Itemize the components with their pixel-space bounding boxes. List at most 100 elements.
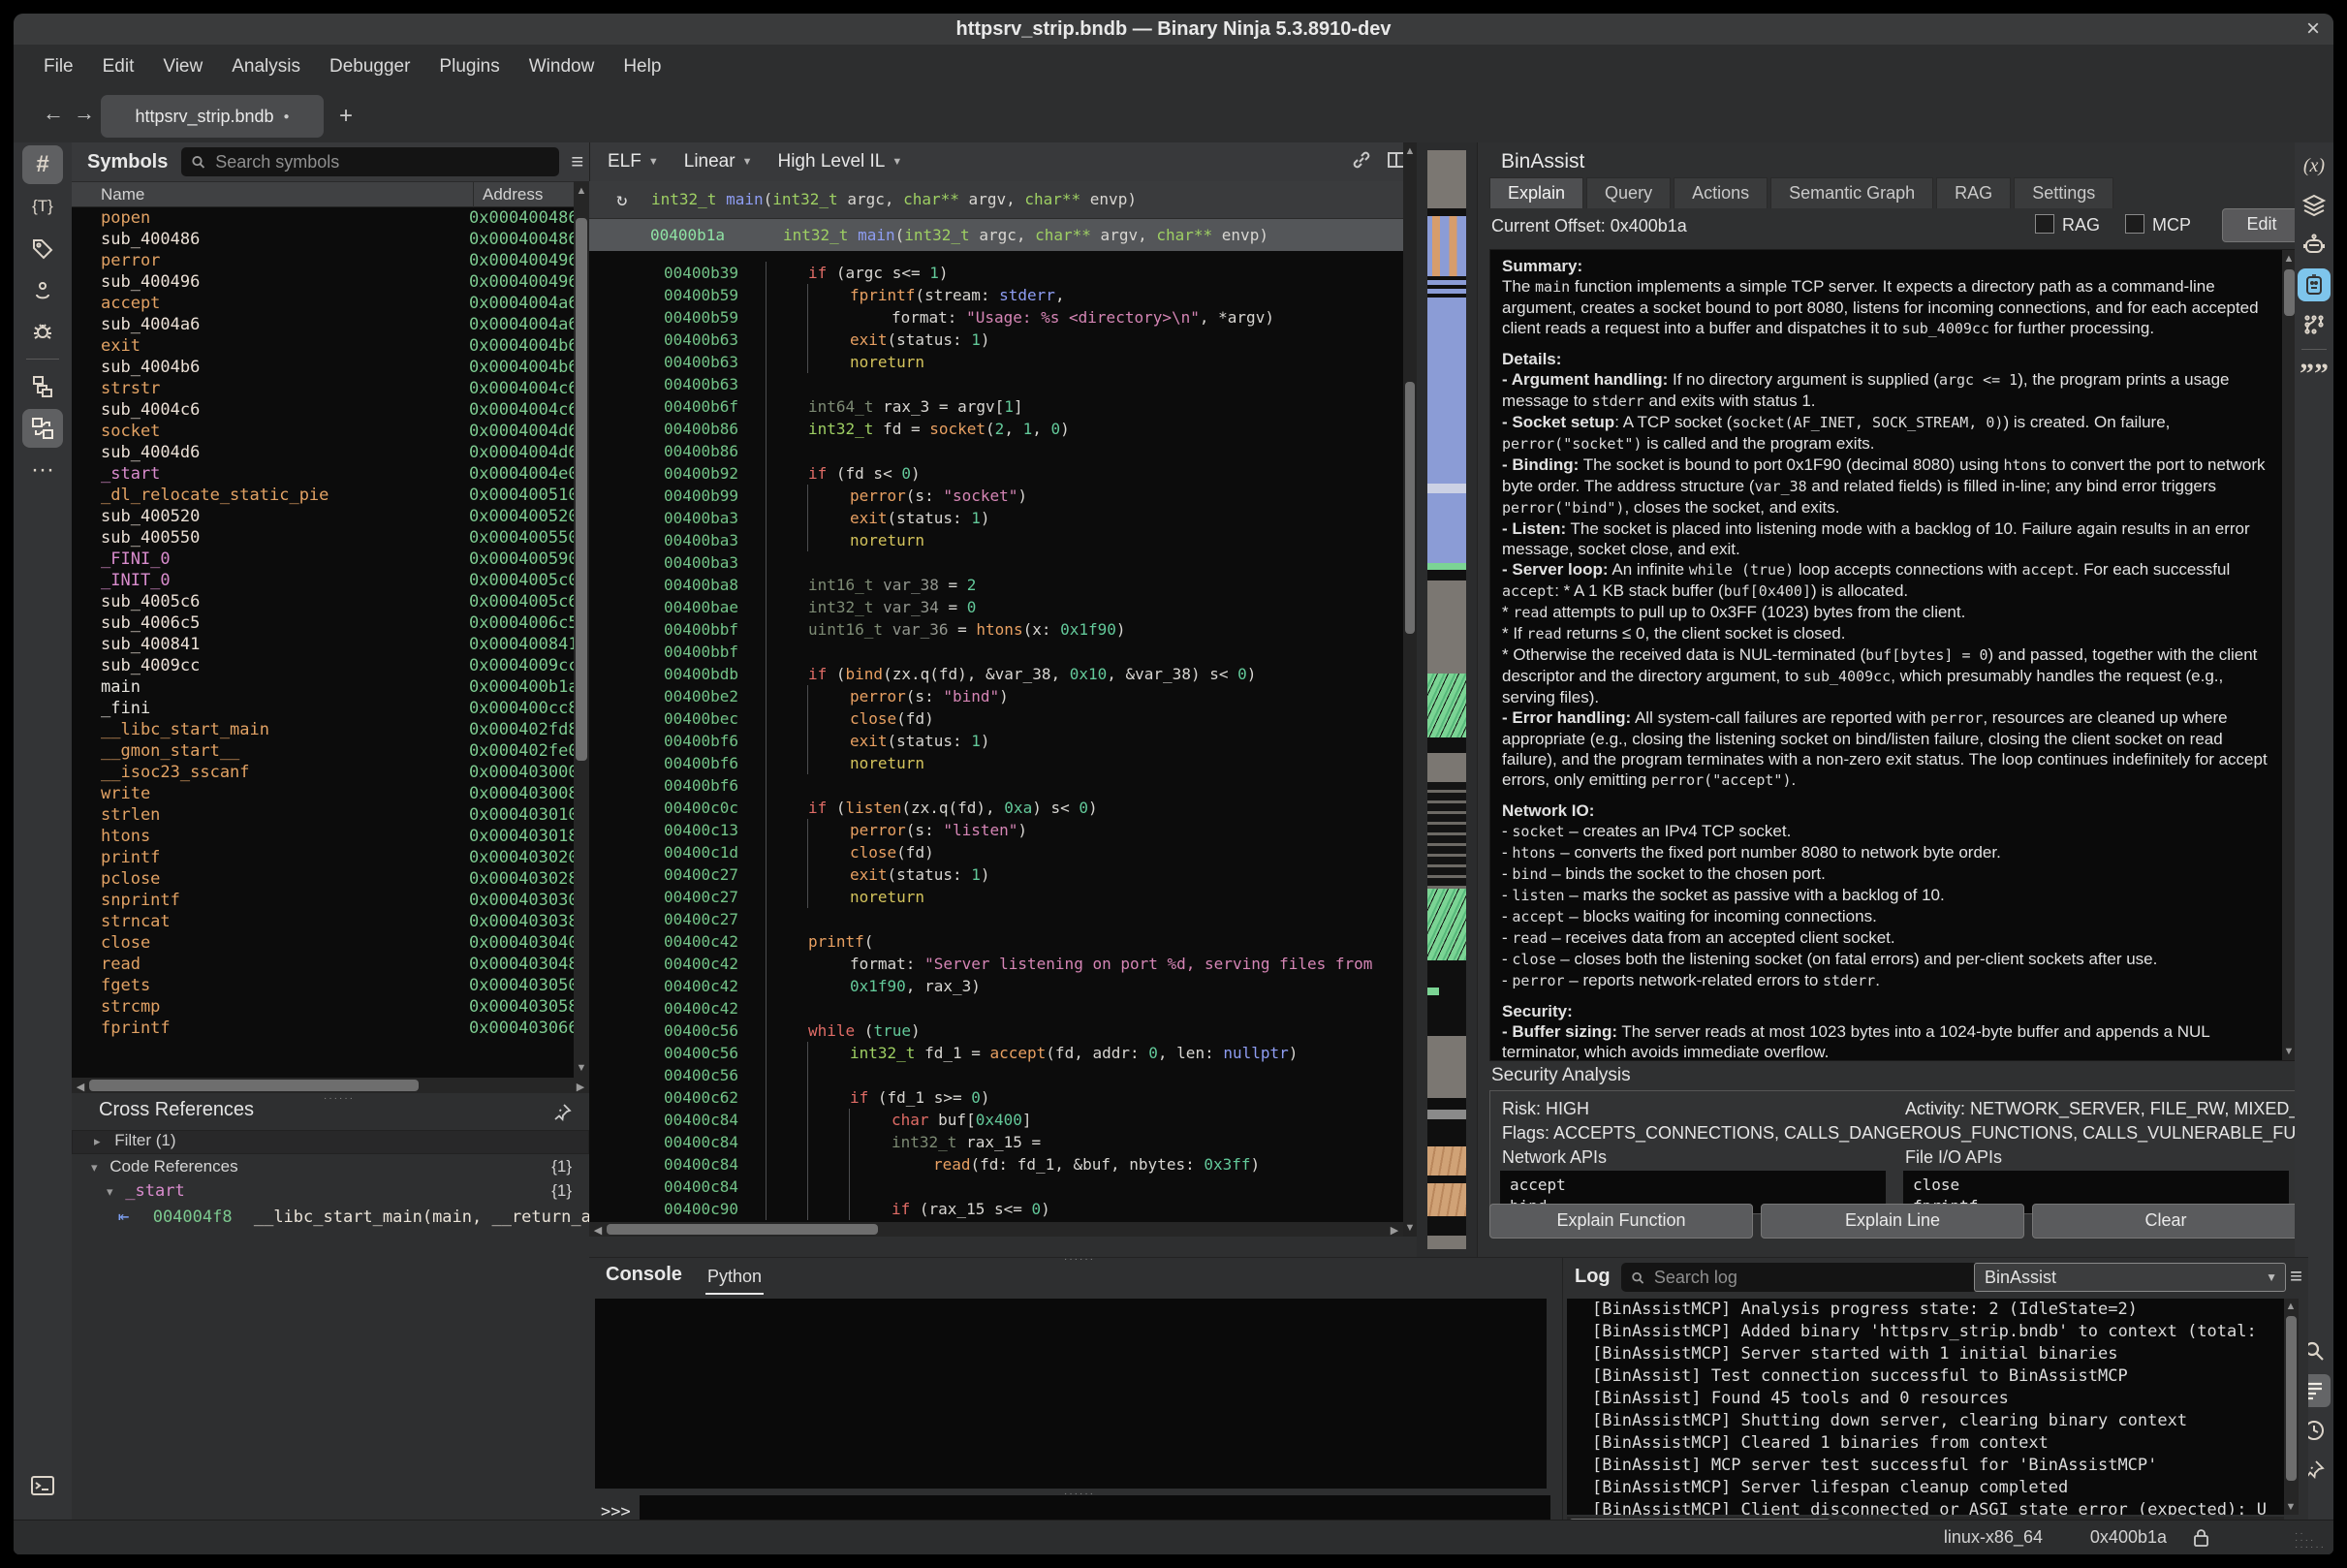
code-hscrollbar[interactable]: ◀ ▶ bbox=[589, 1222, 1403, 1237]
terminal-icon[interactable] bbox=[22, 1466, 63, 1505]
code-line[interactable]: 00400c56while (true) bbox=[589, 1019, 1417, 1042]
robot-head-icon[interactable] bbox=[2298, 229, 2331, 262]
tag-icon[interactable] bbox=[22, 229, 63, 267]
explain-function-button[interactable]: Explain Function bbox=[1489, 1204, 1753, 1239]
symbol-row[interactable]: _FINI_00x000400590 bbox=[72, 549, 574, 570]
code-line[interactable]: 00400be2perror(s: "bind") bbox=[589, 685, 1417, 707]
scroll-down-arrow[interactable]: ▼ bbox=[575, 1062, 588, 1074]
quotes-icon[interactable]: ”” bbox=[2298, 358, 2331, 391]
symbol-row[interactable]: sub_4006c50x0004006c5 bbox=[72, 612, 574, 634]
symbol-row[interactable]: popen0x000400486 bbox=[72, 207, 574, 229]
symbol-row[interactable]: _start0x0004004e0 bbox=[72, 463, 574, 485]
code-line[interactable]: 00400b86int32_t fd = socket(2, 1, 0) bbox=[589, 418, 1417, 440]
symbol-row[interactable]: strcmp0x000403058 bbox=[72, 996, 574, 1018]
offset-label[interactable]: 0x400b1a bbox=[2090, 1527, 2167, 1548]
code-line[interactable]: 00400c1dclose(fd) bbox=[589, 841, 1417, 863]
code-line[interactable]: 00400b92if (fd s< 0) bbox=[589, 462, 1417, 485]
symbol-row[interactable]: fgets0x000403050 bbox=[72, 975, 574, 996]
code-line[interactable]: 00400b86 bbox=[589, 440, 1417, 462]
code-vscrollbar[interactable]: ▲ ▼ bbox=[1403, 142, 1417, 1237]
location-pin-icon[interactable] bbox=[22, 270, 63, 309]
mcp-checkbox[interactable]: MCP bbox=[2125, 214, 2191, 235]
menu-plugins[interactable]: Plugins bbox=[424, 56, 514, 77]
stack-layers-icon[interactable] bbox=[2298, 189, 2331, 222]
symbol-row[interactable]: perror0x000400496 bbox=[72, 250, 574, 271]
pin-icon[interactable] bbox=[552, 1103, 572, 1122]
symbols-hash-icon[interactable]: # bbox=[22, 145, 63, 184]
checkbox[interactable] bbox=[2125, 214, 2144, 234]
il-dropdown[interactable]: High Level IL▼ bbox=[777, 151, 902, 172]
symbol-row[interactable]: fprintf0x000403066 bbox=[72, 1018, 574, 1039]
scroll-down-arrow[interactable]: ▼ bbox=[2284, 1501, 2298, 1513]
symbols-search[interactable] bbox=[181, 147, 559, 176]
scroll-left-arrow[interactable]: ◀ bbox=[591, 1224, 605, 1237]
scroll-thumb[interactable] bbox=[89, 1080, 419, 1091]
scroll-down-arrow[interactable]: ▼ bbox=[2282, 1046, 2296, 1057]
menu-view[interactable]: View bbox=[148, 56, 217, 77]
scroll-left-arrow[interactable]: ◀ bbox=[74, 1081, 87, 1093]
symbol-row[interactable]: _INIT_00x0004005c0 bbox=[72, 570, 574, 591]
tab-httpsrv-strip[interactable]: httpsrv_strip.bndb ● bbox=[101, 95, 324, 138]
code-line[interactable]: 00400becclose(fd) bbox=[589, 707, 1417, 730]
code-line[interactable]: 00400c84int32_t rax_15 = bbox=[589, 1131, 1417, 1153]
xref-code-references-row[interactable]: ▾ Code References {1} bbox=[72, 1157, 589, 1180]
code-line[interactable]: 00400c0cif (listen(zx.q(fd), 0xa) s< 0) bbox=[589, 797, 1417, 819]
scroll-right-arrow[interactable]: ▶ bbox=[1388, 1224, 1401, 1237]
code-line[interactable]: 00400bbfuint16_t var_36 = htons(x: 0x1f9… bbox=[589, 618, 1417, 641]
code-line[interactable]: 00400bbf bbox=[589, 641, 1417, 663]
column-address[interactable]: Address bbox=[483, 185, 543, 204]
menu-analysis[interactable]: Analysis bbox=[217, 56, 315, 77]
link-icon[interactable] bbox=[1351, 149, 1372, 171]
hierarchy-icon[interactable] bbox=[22, 367, 63, 406]
resize-grip[interactable]: ············ bbox=[2295, 1530, 2326, 1551]
api-item[interactable]: accept bbox=[1510, 1175, 1876, 1196]
checkbox[interactable] bbox=[2035, 214, 2054, 234]
symbols-vscrollbar[interactable]: ▲ ▼ bbox=[574, 181, 589, 1078]
semantic-graph-icon[interactable] bbox=[2298, 308, 2331, 341]
symbol-row[interactable]: __libc_start_main0x000402fd8 bbox=[72, 719, 574, 740]
scroll-down-arrow[interactable]: ▼ bbox=[1403, 1222, 1417, 1234]
binassist-tab-query[interactable]: Query bbox=[1586, 177, 1671, 208]
symbol-row[interactable]: read0x000403048 bbox=[72, 954, 574, 975]
rag-checkbox[interactable]: RAG bbox=[2035, 214, 2100, 235]
code-line[interactable]: 00400c27noreturn bbox=[589, 886, 1417, 908]
scroll-up-arrow[interactable]: ▲ bbox=[2284, 1301, 2298, 1312]
symbol-row[interactable]: sub_4004960x000400496 bbox=[72, 271, 574, 293]
xref-reference-row[interactable]: ⇤ 004004f8 __libc_start_main(main, __ret… bbox=[72, 1206, 589, 1229]
code-line[interactable]: 00400c27exit(status: 1) bbox=[589, 863, 1417, 886]
symbol-row[interactable]: sub_4004d60x0004004d6 bbox=[72, 442, 574, 463]
symbol-row[interactable]: main0x000400b1a bbox=[72, 676, 574, 698]
symbol-row[interactable]: sub_4004a60x0004004a6 bbox=[72, 314, 574, 335]
types-icon[interactable]: {T} bbox=[22, 187, 63, 226]
scroll-up-arrow[interactable]: ▲ bbox=[575, 185, 588, 197]
code-line[interactable]: 00400bf6noreturn bbox=[589, 752, 1417, 774]
view-dropdown[interactable]: Linear▼ bbox=[684, 151, 753, 172]
symbol-row[interactable]: printf0x000403020 bbox=[72, 847, 574, 868]
lock-icon[interactable] bbox=[2193, 1528, 2209, 1548]
console-output[interactable] bbox=[595, 1299, 1547, 1489]
scroll-up-arrow[interactable]: ▲ bbox=[2282, 253, 2296, 265]
code-line[interactable]: 00400b63 bbox=[589, 373, 1417, 395]
code-line[interactable]: 00400c56int32_t fd_1 = accept(fd, addr: … bbox=[589, 1042, 1417, 1064]
symbol-row[interactable]: __isoc23_sscanf0x000403000 bbox=[72, 762, 574, 783]
function-signature[interactable]: int32_t main(int32_t argc, char** argv, … bbox=[651, 181, 1137, 218]
code-line[interactable]: 00400b6fint64_t rax_3 = argv[1] bbox=[589, 395, 1417, 418]
code-line[interactable]: 00400c90if (rax_15 s<= 0) bbox=[589, 1198, 1417, 1220]
symbol-row[interactable]: pclose0x000403028 bbox=[72, 868, 574, 890]
log-menu-icon[interactable]: ≡ bbox=[2290, 1264, 2302, 1289]
scroll-thumb[interactable] bbox=[607, 1224, 878, 1235]
code-line[interactable]: 00400c42 bbox=[589, 997, 1417, 1019]
menu-file[interactable]: File bbox=[29, 56, 88, 77]
api-item[interactable]: close bbox=[1913, 1175, 2279, 1196]
symbol-row[interactable]: exit0x0004004b6 bbox=[72, 335, 574, 357]
code-line[interactable]: 00400c13perror(s: "listen") bbox=[589, 819, 1417, 841]
symbol-row[interactable]: accept0x0004004a6 bbox=[72, 293, 574, 314]
symbol-row[interactable]: strstr0x0004004c6 bbox=[72, 378, 574, 399]
splitter-handle[interactable]: ······ bbox=[1064, 1254, 1095, 1265]
symbol-row[interactable]: sub_4005500x000400550 bbox=[72, 527, 574, 549]
code-line[interactable]: 00400b59fprintf(stream: stderr, bbox=[589, 284, 1417, 306]
symbol-row[interactable]: sub_4004c60x0004004c6 bbox=[72, 399, 574, 421]
refresh-icon[interactable]: ↻ bbox=[616, 181, 627, 218]
code-line[interactable]: 00400c420x1f90, rax_3) bbox=[589, 975, 1417, 997]
binassist-tab-explain[interactable]: Explain bbox=[1489, 177, 1583, 208]
